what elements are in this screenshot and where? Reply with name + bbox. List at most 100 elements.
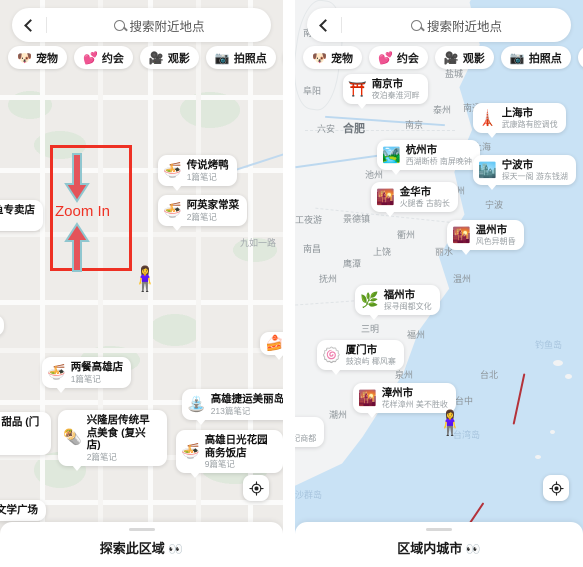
- search-placeholder: 搜索附近地点: [426, 19, 502, 34]
- sheet-grabber[interactable]: [128, 528, 155, 531]
- sheet-grabber[interactable]: [426, 528, 452, 531]
- poi-bubble[interactable]: 🍜 高雄日光花园商务饭店 9篇笔记: [176, 430, 284, 479]
- panel-gap: [283, 0, 289, 567]
- chip-pets[interactable]: 🐶 宠物: [303, 46, 362, 69]
- city-bubble[interactable]: 🌇 金华市 火腿香 古韵长: [371, 182, 458, 218]
- chip-label: 宠物: [35, 52, 58, 65]
- city-tagline: 夜泊秦淮河畔: [371, 90, 420, 100]
- chip-label: 约会: [101, 52, 124, 65]
- movie-camera-icon: 🎥: [148, 50, 164, 65]
- search-icon: [410, 19, 422, 31]
- eyes-icon: 👀: [168, 542, 184, 556]
- poi-bubble[interactable]: 🍜 两餐高雄店 1篇笔记: [42, 357, 132, 393]
- search-input[interactable]: 搜索附近地点: [47, 16, 271, 35]
- right-phone-screen: 南五 临沂 盐城 阜阳 合肥 六安 南京 泰州 南通 上海 池州 杭州 宁波 景…: [295, 0, 583, 567]
- city-name: 市: [295, 421, 316, 434]
- sheet-title-row: 区域内城市 👀: [295, 538, 583, 557]
- sheet-title-text: 区域内城市: [397, 541, 463, 556]
- dog-face-icon: 🐶: [17, 50, 32, 65]
- noodle-icon: 🍜: [163, 161, 182, 179]
- chip-label: 拍照点: [528, 52, 562, 65]
- city-name: 杭州市: [405, 144, 438, 156]
- poi-notes: 213篇笔记: [210, 405, 251, 416]
- cityscape-icon: 🏙️: [478, 161, 497, 179]
- poi-bubble[interactable]: 🍜 阿英家常菜 2篇笔记: [158, 195, 248, 231]
- back-button[interactable]: [307, 8, 341, 42]
- noodle-icon: 🍜: [163, 201, 182, 219]
- back-button[interactable]: [12, 8, 46, 42]
- poi-bubble[interactable]: 高雄文学广场: [0, 500, 46, 521]
- city-name: 厦门市: [345, 344, 378, 356]
- noodle-icon: 🍜: [181, 443, 200, 461]
- chip-label: 拍照点: [233, 52, 267, 65]
- city-tagline: 武康路有腔调伐: [501, 119, 558, 129]
- dog-face-icon: 🐶: [312, 50, 327, 65]
- cake-icon: 🍰: [265, 335, 284, 352]
- eyes-icon: 👀: [465, 542, 481, 556]
- poi-name: 传说烤鸭: [186, 159, 229, 171]
- chip-pets[interactable]: 🐶 宠物: [8, 46, 67, 69]
- city-bubble[interactable]: 🗼 上海市 武康路有腔调伐: [473, 103, 566, 139]
- islet: [553, 360, 563, 366]
- sheet-title-row: 探索此区域 👀: [0, 538, 283, 557]
- locate-me-button[interactable]: [243, 475, 270, 501]
- user-avatar-marker[interactable]: 🧍‍♀️: [130, 268, 160, 292]
- city-name: 福州市: [383, 289, 416, 301]
- chevron-left-icon: [24, 18, 37, 32]
- camera-icon: 📷: [509, 50, 525, 65]
- chip-movies[interactable]: 🎥 观影: [139, 46, 199, 69]
- chip-dating[interactable]: 💕 约会: [73, 46, 133, 69]
- crosshair-icon: [548, 480, 564, 496]
- city-bubble[interactable]: 🏙️ 宁波市 探天一阁 游东钱湖: [473, 155, 576, 191]
- search-icon: [113, 19, 125, 31]
- city-bubble[interactable]: ⛩️ 南京市 夜泊秦淮河畔: [343, 74, 428, 110]
- chip-camping[interactable]: ⛺ 露营: [577, 46, 583, 69]
- two-hearts-icon: 💕: [82, 50, 98, 65]
- city-name: 南京市: [371, 78, 404, 90]
- poi-name: 兴隆居传统早点美食 (复兴店): [86, 414, 150, 452]
- torii-gate-icon: ⛩️: [348, 80, 367, 98]
- sunset-city-icon: 🌇: [376, 188, 395, 206]
- noodle-icon: 🍜: [47, 363, 66, 381]
- city-tagline: 鼓浪屿 椰风寨: [345, 356, 396, 366]
- city-name: 金华市: [399, 186, 432, 198]
- user-avatar-marker[interactable]: 🧍‍♀️: [435, 412, 465, 436]
- tokyo-tower-icon: 🗼: [478, 109, 497, 127]
- city-tagline: 花样漳州 美不胜收: [381, 399, 448, 409]
- poi-bubble[interactable]: ⛲ 高雄捷运美丽岛站 213篇笔记: [182, 389, 284, 425]
- chip-dating[interactable]: 💕 约会: [368, 46, 428, 69]
- chip-label: 观影: [167, 52, 190, 65]
- sunset-city-icon: 🌇: [452, 226, 471, 244]
- region-map-canvas[interactable]: 南五 临沂 盐城 阜阳 合肥 六安 南京 泰州 南通 上海 池州 杭州 宁波 景…: [295, 0, 583, 567]
- search-input[interactable]: 搜索附近地点: [342, 16, 571, 35]
- top-search-bar: 搜索附近地点: [12, 8, 272, 42]
- city-bubble[interactable]: 🏞️ 杭州市 西湖断桥 南屏晚钟: [377, 140, 480, 176]
- city-bubble[interactable]: 🌿 福州市 探寻闽都文化: [355, 285, 440, 321]
- city-bubble[interactable]: 🌇 漳州市 花样漳州 美不胜收: [353, 383, 456, 419]
- poi-name: 高雄捷运美丽岛站: [210, 393, 284, 405]
- poi-notes: 笔记: [0, 217, 35, 227]
- city-bubble[interactable]: 🍥 厦门市 鼓浪屿 椰风寨: [317, 340, 404, 376]
- city-name: 上海市: [501, 107, 534, 119]
- poi-bubble[interactable]: 🍰: [260, 332, 284, 360]
- down-arrow-annotation-icon: [62, 152, 92, 204]
- poi-name: 高雄日光花园商务饭店: [204, 434, 268, 459]
- islet: [550, 430, 555, 434]
- chip-movies[interactable]: 🎥 观影: [434, 46, 494, 69]
- poi-bubble[interactable]: 公冰 · 甜品 (门市) 记: [0, 412, 51, 456]
- bottom-sheet[interactable]: 区域内城市 👀: [295, 522, 583, 567]
- city-bubble[interactable]: 市 潮韵 世纪商都: [295, 417, 325, 448]
- city-tagline: 探天一阁 游东钱湖: [501, 171, 568, 181]
- chip-photo-spots[interactable]: 📷 拍照点: [500, 46, 571, 69]
- poi-bubble[interactable]: 🍜 传说烤鸭 1篇笔记: [158, 155, 237, 191]
- chip-photo-spots[interactable]: 📷 拍照点: [205, 46, 276, 69]
- city-name: 宁波市: [501, 159, 534, 171]
- locate-me-button[interactable]: [543, 475, 569, 501]
- poi-bubble[interactable]: 虱目鱼专卖店 笔记: [0, 200, 43, 231]
- poi-bubble[interactable]: 🌯 兴隆居传统早点美食 (复兴店) 2篇笔记: [58, 410, 167, 471]
- movie-camera-icon: 🎥: [443, 50, 459, 65]
- poi-name: 虱目鱼专卖店: [0, 204, 35, 216]
- city-bubble[interactable]: 🌇 温州市 风色异朝昏: [447, 220, 524, 256]
- chip-label: 宠物: [330, 52, 353, 65]
- bottom-sheet[interactable]: 探索此区域 👀: [0, 522, 284, 567]
